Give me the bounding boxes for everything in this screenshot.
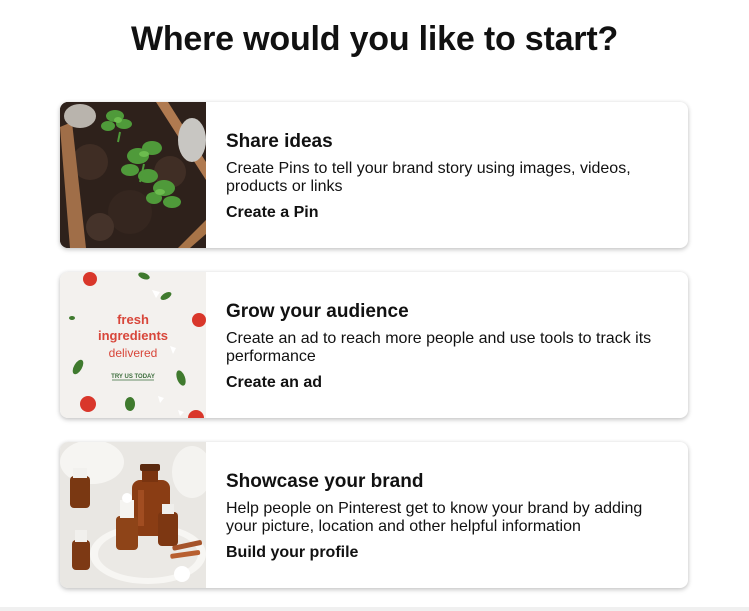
create-ad-link[interactable]: Create an ad [226, 373, 322, 393]
ad-text-line1: fresh [117, 312, 149, 327]
card-title: Showcase your brand [226, 471, 424, 492]
grow-audience-card[interactable]: fresh ingredients delivered TRY US TODAY… [60, 272, 688, 418]
bottom-divider [0, 607, 749, 611]
showcase-brand-card[interactable]: Showcase your brand Help people on Pinte… [60, 442, 688, 588]
card-title: Share ideas [226, 131, 333, 152]
card-title: Grow your audience [226, 301, 409, 322]
create-pin-link[interactable]: Create a Pin [226, 203, 318, 223]
fresh-ingredients-ad-image: fresh ingredients delivered TRY US TODAY [60, 272, 206, 418]
ad-cta-text: TRY US TODAY [111, 374, 155, 380]
onboarding-page: Where would you like to start? Share ide… [0, 0, 749, 611]
ad-text-line2: ingredients [98, 328, 168, 343]
page-title: Where would you like to start? [130, 20, 619, 58]
card-description: Create Pins to tell your brand story usi… [226, 160, 631, 195]
garden-planter-image [60, 102, 206, 248]
build-profile-link[interactable]: Build your profile [226, 543, 358, 563]
amber-bottles-image [60, 442, 206, 588]
share-ideas-card[interactable]: Share ideas Create Pins to tell your bra… [60, 102, 688, 248]
ad-text-line3: delivered [109, 346, 158, 360]
card-description: Help people on Pinterest get to know you… [226, 500, 643, 535]
card-description: Create an ad to reach more people and us… [226, 330, 652, 365]
